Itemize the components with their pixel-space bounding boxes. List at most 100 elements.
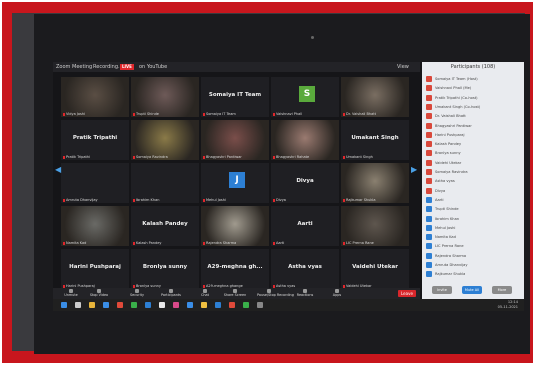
participant-row[interactable]: Namita Kad xyxy=(426,233,520,241)
participant-tile[interactable]: Umakant Singh Umakant Singh xyxy=(341,120,409,160)
participant-tile[interactable]: J Mehul Joshi xyxy=(201,163,269,203)
taskbar-app-icon[interactable] xyxy=(159,302,165,308)
participant-row[interactable]: Rajkumar Shukla xyxy=(426,270,520,278)
taskbar-app-icon[interactable] xyxy=(215,302,221,308)
taskbar-app-icon[interactable] xyxy=(201,302,207,308)
participant-tile[interactable]: Vaidehi Utekar Vaidehi Utekar xyxy=(341,249,409,289)
participant-tile[interactable]: Bhagyashri Pantiwar xyxy=(201,120,269,160)
toolbar-button[interactable]: Unmute xyxy=(59,289,83,297)
toolbar-button[interactable]: Stop Video xyxy=(87,289,111,297)
participant-row[interactable]: Dr. Vaishali Bhatt xyxy=(426,112,520,120)
participant-avatar-icon xyxy=(426,103,432,110)
participant-label-text: Namita Kad xyxy=(66,241,87,245)
taskbar-app-icon[interactable] xyxy=(89,302,95,308)
taskbar-app-icon[interactable] xyxy=(243,302,249,308)
participant-tile[interactable]: Amruta Dhanvijay xyxy=(61,163,129,203)
participant-label-text: LIC Prerna Rane xyxy=(346,241,374,245)
participant-row[interactable]: Umakant Singh (Co-host) xyxy=(426,103,520,111)
participant-row[interactable]: Rajendra Sharma xyxy=(426,252,520,260)
participant-row[interactable]: Ibrahim Khan xyxy=(426,215,520,223)
participant-avatar-icon xyxy=(426,113,432,120)
laptop-screen: Zoom Meeting Recording... LIVE on YouTub… xyxy=(53,62,524,299)
participant-row[interactable]: Mehul Joshi xyxy=(426,224,520,232)
toolbar-button[interactable]: Apps xyxy=(325,289,349,297)
participant-tile[interactable]: Dr. Vaishali Bhatt xyxy=(341,77,409,117)
participant-row[interactable]: Pratik Tripathi (Co-host) xyxy=(426,94,520,102)
taskbar-app-icon[interactable] xyxy=(61,302,67,308)
participant-tile[interactable]: Ibrahim Khan xyxy=(131,163,199,203)
muted-mic-icon xyxy=(343,112,345,116)
participant-row[interactable]: Bronlya sunny xyxy=(426,149,520,157)
taskbar-app-icon[interactable] xyxy=(117,302,123,308)
participant-label-text: Somaiya IT Team xyxy=(206,112,236,116)
toolbar-button[interactable]: Share Screen xyxy=(223,289,247,297)
taskbar-app-icon[interactable] xyxy=(173,302,179,308)
muted-mic-icon xyxy=(63,112,65,116)
participant-row[interactable]: Vaidehi Utekar xyxy=(426,159,520,167)
toolbar-button-label: Unmute xyxy=(64,293,78,297)
participant-avatar-icon xyxy=(426,169,432,175)
participant-row[interactable]: Bhagyashri Pantiwar xyxy=(426,122,520,130)
participant-label: Somaiya Ravindra xyxy=(133,155,168,159)
participant-row[interactable]: Vaishnavi Phall (Me) xyxy=(426,84,520,92)
participant-row[interactable]: Kalash Pandey xyxy=(426,140,520,148)
taskbar-app-icon[interactable] xyxy=(257,302,263,308)
toolbar-button[interactable]: Chat xyxy=(193,289,217,297)
taskbar-app-icon[interactable] xyxy=(131,302,137,308)
participant-tile[interactable]: A29-meghna gh... A29-meghna ghange xyxy=(201,249,269,289)
toolbar-button[interactable]: Pause/Stop Recording xyxy=(257,289,294,297)
prev-page-icon[interactable]: ◀ xyxy=(55,165,61,174)
participant-tile[interactable]: Somaiya Ravindra xyxy=(131,120,199,160)
participant-tile[interactable]: Pratik Tripathi Pratik Tripathi xyxy=(61,120,129,160)
view-button[interactable]: View xyxy=(397,62,409,72)
taskbar-app-icon[interactable] xyxy=(229,302,235,308)
toolbar-button[interactable]: Security xyxy=(125,289,149,297)
participant-tile[interactable]: Aarti Aarti xyxy=(271,206,339,246)
participant-tile[interactable]: Trupti Shinde xyxy=(131,77,199,117)
participant-label: Vaishnavi Phall xyxy=(273,112,302,116)
participant-tile[interactable]: Bronlya sunny Bronlya sunny xyxy=(131,249,199,289)
participant-tile[interactable]: Bhagyashri Rahate xyxy=(271,120,339,160)
taskbar-app-icon[interactable] xyxy=(187,302,193,308)
participant-tile[interactable]: Rajendra Sharma xyxy=(201,206,269,246)
participant-label-text: Divya xyxy=(276,198,286,202)
more-button[interactable]: More xyxy=(492,286,512,294)
participant-tile[interactable]: Namita Kad xyxy=(61,206,129,246)
participant-row-name: LIC Prerna Rane xyxy=(435,244,464,249)
participant-tile[interactable]: Vidya Joshi xyxy=(61,77,129,117)
participant-row[interactable]: LIC Prerna Rane xyxy=(426,242,520,250)
participant-row-name: Vaishnavi Phall (Me) xyxy=(435,86,472,91)
video-feed xyxy=(61,206,129,246)
participant-row[interactable]: Harini Pushparaj xyxy=(426,131,520,139)
participant-row[interactable]: Astha vyas xyxy=(426,177,520,185)
invite-button[interactable]: Invite xyxy=(432,286,452,294)
participant-tile[interactable]: Harini Pushparaj Harini Pushparaj xyxy=(61,249,129,289)
participant-tile[interactable]: S Vaishnavi Phall xyxy=(271,77,339,117)
participant-tile[interactable]: Kalash Pandey Kalash Pandey xyxy=(131,206,199,246)
toolbar-button[interactable]: Reactions xyxy=(293,289,317,297)
muted-mic-icon xyxy=(273,198,275,202)
participant-row[interactable]: Somaiya Ravindra xyxy=(426,168,520,176)
participant-label-text: Kalash Pandey xyxy=(136,241,162,245)
participant-label-text: Rajkumar Shukla xyxy=(346,198,376,202)
mute-all-button[interactable]: Mute All xyxy=(462,286,482,294)
participant-row[interactable]: Amruta Dhanvijay xyxy=(426,261,520,269)
recording-indicator[interactable]: Recording... xyxy=(93,62,123,72)
participant-row[interactable]: Divya xyxy=(426,187,520,195)
taskbar-app-icon[interactable] xyxy=(103,302,109,308)
participant-tile[interactable]: LIC Prerna Rane xyxy=(341,206,409,246)
muted-mic-icon xyxy=(63,155,65,159)
taskbar-app-icon[interactable] xyxy=(145,302,151,308)
participant-tile[interactable]: Rajkumar Shukla xyxy=(341,163,409,203)
leave-button[interactable]: Leave xyxy=(398,290,416,297)
participant-name: A29-meghna gh... xyxy=(207,264,263,270)
participant-row[interactable]: Somaiya IT Team (Host) xyxy=(426,75,520,83)
next-page-icon[interactable]: ▶ xyxy=(411,165,417,174)
participant-row[interactable]: Aarti xyxy=(426,196,520,204)
participant-tile[interactable]: Astha vyas Astha vyas xyxy=(271,249,339,289)
taskbar-app-icon[interactable] xyxy=(75,302,81,308)
participant-row[interactable]: Trupti Shinde xyxy=(426,205,520,213)
participant-tile[interactable]: Divya Divya xyxy=(271,163,339,203)
participant-tile[interactable]: Somaiya IT Team Somaiya IT Team xyxy=(201,77,269,117)
toolbar-button[interactable]: Participants xyxy=(159,289,183,297)
